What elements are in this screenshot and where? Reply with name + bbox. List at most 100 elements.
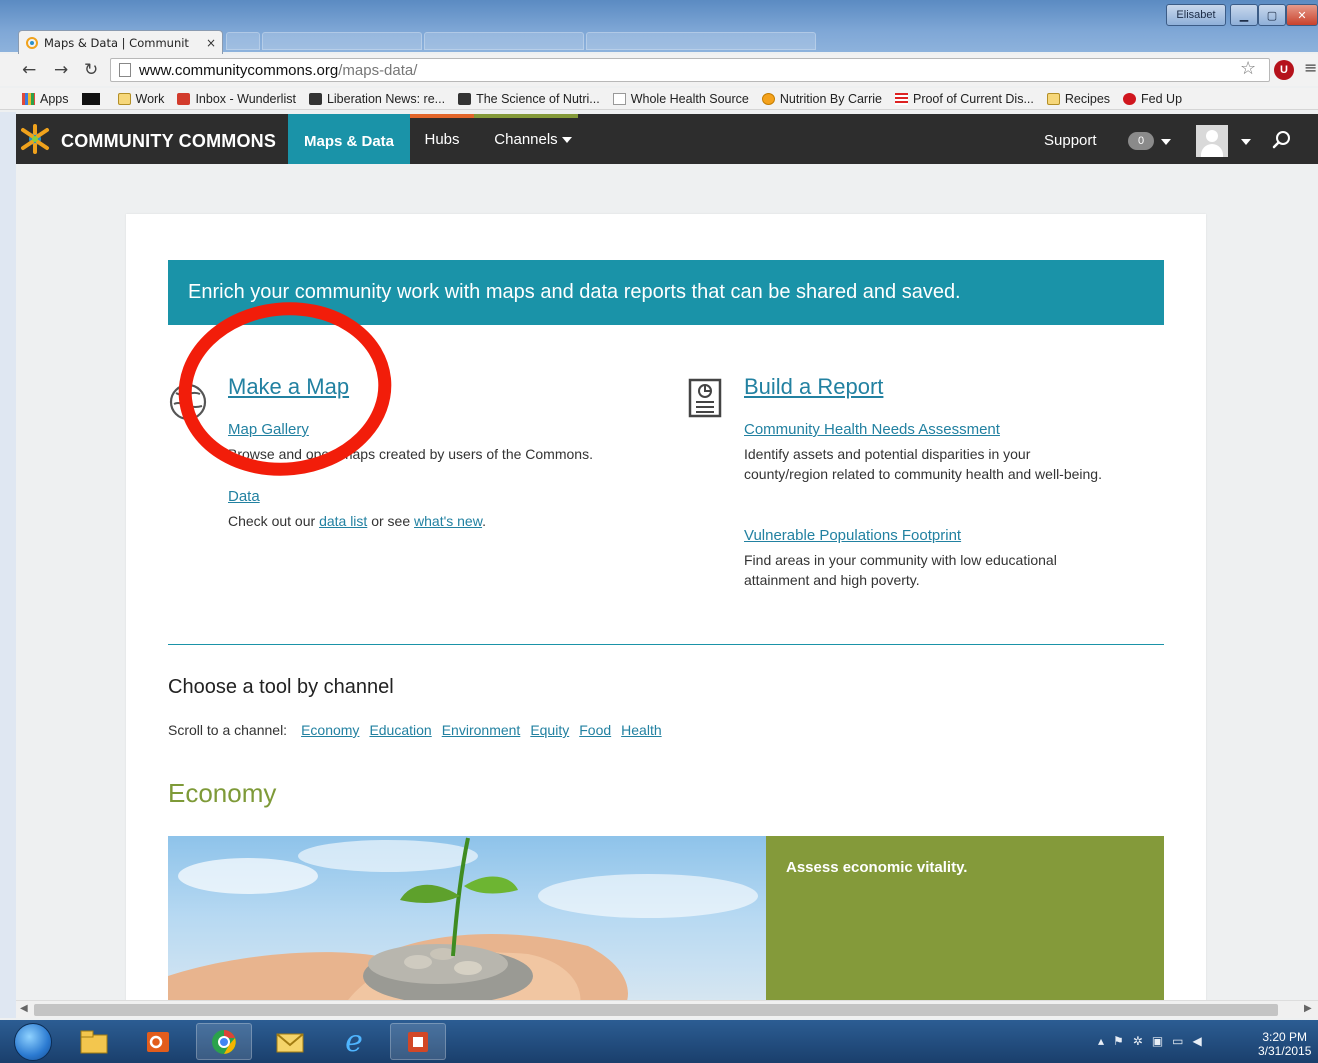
economy-panel[interactable]: Assess economic vitality. bbox=[766, 836, 1164, 1000]
window-left-edge bbox=[0, 112, 16, 1018]
bookmark-item[interactable]: Liberation News: re... bbox=[308, 91, 446, 106]
bookmark-item[interactable] bbox=[81, 92, 105, 105]
bbc-icon bbox=[81, 92, 100, 105]
build-a-report-link[interactable]: Build a Report bbox=[744, 374, 883, 400]
channel-scroll-links: Scroll to a channel: Economy Education Env… bbox=[168, 722, 662, 738]
channel-link-food[interactable]: Food bbox=[579, 722, 611, 738]
horizontal-scrollbar[interactable]: ◀ ▶ bbox=[16, 1000, 1318, 1018]
bookmark-item[interactable]: Apps bbox=[22, 92, 69, 106]
maximize-icon[interactable]: ▢ bbox=[1258, 4, 1286, 26]
whats-new-link[interactable]: what's new bbox=[414, 513, 482, 529]
clock-date: 3/31/2015 bbox=[1258, 1044, 1312, 1058]
channel-link-environment[interactable]: Environment bbox=[442, 722, 521, 738]
nav-channels[interactable]: Channels bbox=[474, 114, 578, 164]
liberation-news-icon bbox=[308, 92, 322, 105]
folder-icon bbox=[1046, 92, 1060, 105]
community-commons-logo[interactable] bbox=[20, 124, 50, 154]
scrollbar-thumb[interactable] bbox=[34, 1004, 1278, 1016]
nav-hubs-label: Hubs bbox=[424, 130, 460, 148]
bookmark-label: Proof of Current Dis... bbox=[912, 91, 1034, 106]
community-commons-favicon bbox=[25, 36, 39, 50]
file-explorer-icon[interactable] bbox=[66, 1023, 122, 1060]
page-info-icon[interactable] bbox=[119, 63, 131, 77]
reload-icon[interactable]: ↻ bbox=[84, 60, 98, 80]
wunderlist-icon bbox=[177, 92, 191, 105]
science-icon bbox=[458, 92, 472, 105]
extension-icon[interactable]: U bbox=[1274, 60, 1294, 80]
bookmark-label: Apps bbox=[40, 91, 69, 106]
site-header: COMMUNITY COMMONS Maps & Data Hubs Chann… bbox=[16, 114, 1318, 172]
apps-icon bbox=[22, 92, 35, 105]
search-icon[interactable] bbox=[1272, 130, 1292, 150]
address-bar[interactable]: www.communitycommons.org/maps-data/ bbox=[110, 58, 1270, 82]
bookmark-star-icon[interactable]: ☆ bbox=[1240, 58, 1256, 79]
chrome-icon[interactable] bbox=[196, 1023, 252, 1060]
bookmark-label: Inbox - Wunderlist bbox=[195, 91, 296, 106]
bookmark-item[interactable]: Fed Up bbox=[1123, 92, 1182, 106]
bookmark-label: The Science of Nutri... bbox=[476, 91, 600, 106]
nav-hubs[interactable]: Hubs bbox=[410, 114, 474, 164]
internet-explorer-icon[interactable]: e bbox=[326, 1023, 382, 1060]
nav-channels-label: Channels bbox=[494, 130, 558, 148]
close-window-icon[interactable]: ✕ bbox=[1286, 4, 1318, 26]
browser-titlebar: Maps & Data | Communit × Elisabet ▁ ▢ ✕ bbox=[0, 0, 1318, 54]
tab-title: Maps & Data | Communit bbox=[44, 35, 189, 50]
user-avatar[interactable] bbox=[1196, 125, 1228, 157]
bookmark-item[interactable]: Work bbox=[117, 92, 164, 106]
scroll-left-arrow-icon[interactable]: ◀ bbox=[20, 1003, 28, 1014]
nav-maps-label: Maps & Data bbox=[303, 132, 395, 150]
section-divider bbox=[168, 644, 1164, 645]
bookmark-label: Nutrition By Carrie bbox=[779, 91, 882, 106]
notifications-chevron-down-icon[interactable] bbox=[1161, 139, 1171, 145]
bookmark-item[interactable]: The Science of Nutri... bbox=[458, 92, 600, 106]
browser-tab-background[interactable] bbox=[586, 32, 816, 50]
tab-close-icon[interactable]: × bbox=[206, 36, 216, 50]
channel-link-health[interactable]: Health bbox=[621, 722, 661, 738]
channel-link-equity[interactable]: Equity bbox=[530, 722, 569, 738]
bookmark-item[interactable]: Proof of Current Dis... bbox=[894, 91, 1034, 106]
user-menu-chevron-down-icon[interactable] bbox=[1241, 139, 1251, 145]
site-name[interactable]: COMMUNITY COMMONS bbox=[61, 131, 276, 152]
notification-badge[interactable]: 0 bbox=[1128, 132, 1154, 150]
channel-link-education[interactable]: Education bbox=[369, 722, 431, 738]
avatar-head bbox=[1206, 130, 1218, 142]
system-tray-icons[interactable]: ▴⚑✲▣▭◀ bbox=[1098, 1034, 1211, 1048]
bookmark-item[interactable]: Recipes bbox=[1046, 92, 1110, 106]
browser-tab-active[interactable]: Maps & Data | Communit × bbox=[18, 30, 223, 54]
data-link[interactable]: Data bbox=[228, 488, 260, 505]
data-desc-prefix: Check out our bbox=[228, 513, 320, 529]
avatar-body bbox=[1201, 144, 1223, 157]
new-tab-button[interactable] bbox=[226, 32, 260, 50]
vpf-link[interactable]: Vulnerable Populations Footprint bbox=[744, 527, 961, 544]
mail-app-icon[interactable] bbox=[262, 1023, 318, 1060]
taskbar-clock[interactable]: 3:20 PM 3/31/2015 bbox=[1258, 1030, 1311, 1058]
channels-heading: Choose a tool by channel bbox=[168, 676, 394, 698]
channels-accent-bar bbox=[474, 114, 578, 118]
channel-link-economy[interactable]: Economy bbox=[301, 722, 359, 738]
url-path: /maps-data/ bbox=[338, 61, 418, 79]
powerpoint-icon[interactable] bbox=[390, 1023, 446, 1060]
browser-tab-background[interactable] bbox=[262, 32, 422, 50]
chna-link[interactable]: Community Health Needs Assessment bbox=[744, 421, 1000, 438]
browser-tab-background[interactable] bbox=[424, 32, 584, 50]
url-host: www.communitycommons.org bbox=[139, 61, 339, 79]
bookmark-item[interactable]: Inbox - Wunderlist bbox=[177, 92, 296, 106]
chrome-user-button[interactable]: Elisabet bbox=[1166, 4, 1226, 26]
bookmark-item[interactable]: Nutrition By Carrie bbox=[761, 91, 882, 106]
back-arrow-icon[interactable]: ← bbox=[22, 60, 36, 80]
bookmark-label: Fed Up bbox=[1141, 91, 1183, 106]
scroll-right-arrow-icon[interactable]: ▶ bbox=[1304, 1003, 1312, 1014]
nav-support[interactable]: Support bbox=[1044, 132, 1097, 149]
data-description: Check out our data list or see what's ne… bbox=[228, 511, 648, 531]
forward-arrow-icon[interactable]: → bbox=[54, 60, 68, 80]
chrome-menu-icon[interactable]: ≡ bbox=[1304, 58, 1317, 77]
windows-taskbar: e ▴⚑✲▣▭◀ 3:20 PM 3/31/2015 bbox=[0, 1020, 1318, 1063]
bookmark-item[interactable]: Whole Health Source bbox=[612, 92, 749, 106]
economy-heading: Economy bbox=[168, 778, 277, 808]
bookmark-label: Liberation News: re... bbox=[326, 91, 446, 106]
minimize-icon[interactable]: ▁ bbox=[1230, 4, 1258, 26]
folder-icon bbox=[117, 92, 131, 105]
data-list-link[interactable]: data list bbox=[319, 513, 367, 529]
windows-start-button[interactable] bbox=[14, 1023, 52, 1061]
outlook-icon[interactable] bbox=[130, 1023, 186, 1060]
